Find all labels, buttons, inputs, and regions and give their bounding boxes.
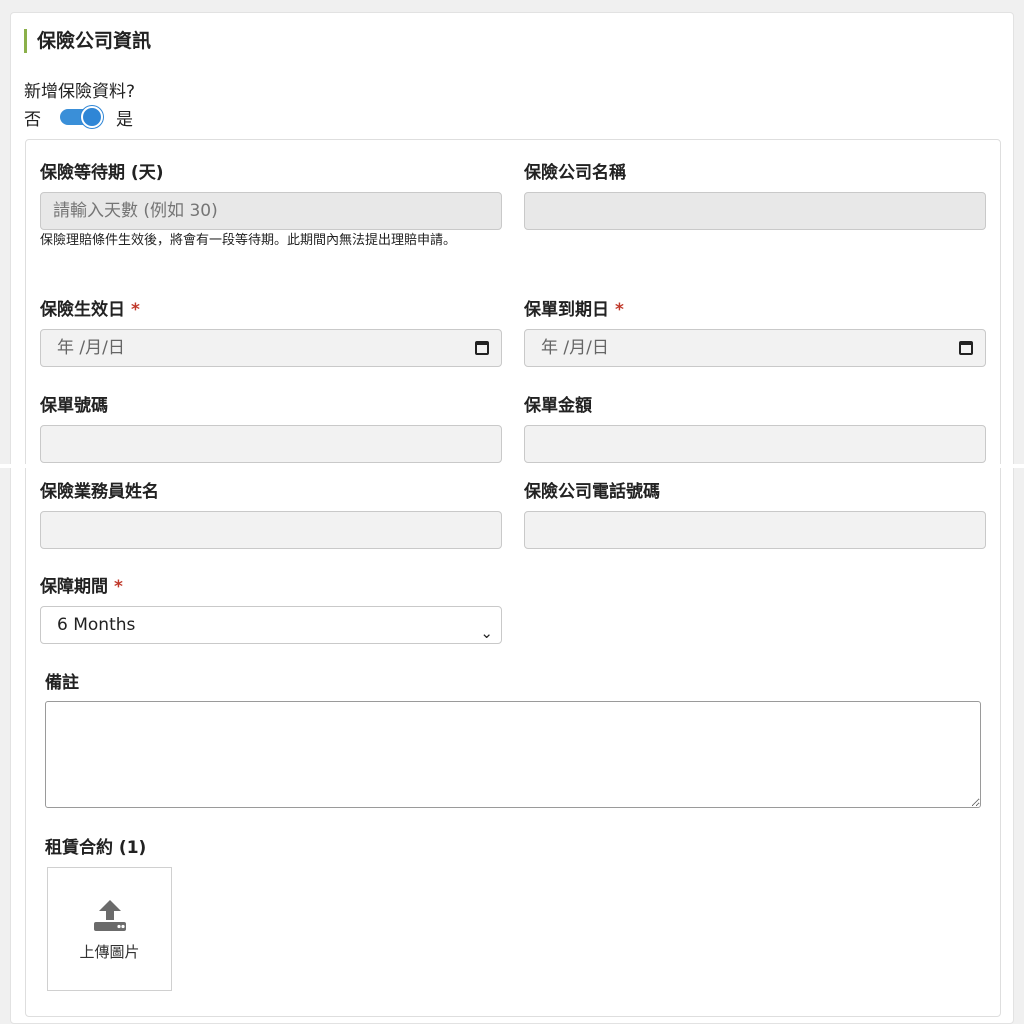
expiry-date-placeholder: 年 /月/日 — [541, 338, 609, 358]
required-mark: * — [131, 300, 140, 320]
effective-date-input[interactable]: 年 /月/日 — [40, 329, 502, 367]
screenshot-seam — [0, 464, 1024, 468]
required-mark: * — [615, 300, 624, 320]
expiry-date-label-text: 保單到期日 — [524, 300, 609, 320]
upload-image-button[interactable]: 上傳圖片 — [47, 867, 172, 991]
toggle-knob[interactable] — [81, 106, 103, 128]
waiting-period-help: 保險理賠條件生效後，將會有一段等待期。此期間內無法提出理賠申請。 — [40, 233, 457, 248]
coverage-period-label-text: 保障期間 — [40, 577, 108, 597]
chevron-down-icon[interactable]: ⌄ — [480, 615, 493, 651]
policy-amount-label: 保單金額 — [524, 396, 592, 416]
required-mark: * — [114, 577, 123, 597]
agent-name-label: 保險業務員姓名 — [40, 482, 159, 502]
coverage-period-label: 保障期間 * — [40, 576, 123, 598]
agent-name-field[interactable] — [40, 511, 502, 549]
lease-label: 租賃合約 (1) — [45, 838, 147, 858]
company-name-label: 保險公司名稱 — [524, 163, 626, 183]
waiting-period-label: 保險等待期 (天) — [40, 163, 164, 183]
calendar-icon[interactable] — [959, 341, 973, 355]
add-insurance-question: 新增保險資料? — [24, 82, 136, 102]
add-insurance-toggle[interactable] — [60, 106, 103, 128]
section-title: 保險公司資訊 — [24, 29, 151, 53]
insurance-card: 保險公司資訊 新增保險資料? 否 是 保險等待期 (天) 保險理賠條件生效後，將… — [10, 12, 1014, 1024]
company-phone-field[interactable] — [524, 511, 986, 549]
insurance-form: 保險等待期 (天) 保險理賠條件生效後，將會有一段等待期。此期間內無法提出理賠申… — [25, 139, 1001, 1017]
effective-date-label: 保險生效日 * — [40, 299, 140, 321]
company-phone-label: 保險公司電話號碼 — [524, 482, 660, 502]
coverage-period-value: 6 Months — [57, 615, 136, 635]
expiry-date-input[interactable]: 年 /月/日 — [524, 329, 986, 367]
effective-date-label-text: 保險生效日 — [40, 300, 125, 320]
toggle-row: 否 是 — [24, 105, 133, 130]
toggle-off-label: 否 — [24, 109, 41, 130]
notes-label: 備註 — [45, 673, 79, 693]
company-name-field[interactable] — [524, 192, 986, 230]
upload-icon — [93, 899, 126, 931]
upload-image-label: 上傳圖片 — [79, 942, 140, 961]
waiting-period-input[interactable] — [40, 192, 502, 230]
effective-date-placeholder: 年 /月/日 — [57, 338, 125, 358]
policy-number-field[interactable] — [40, 425, 502, 463]
expiry-date-label: 保單到期日 * — [524, 299, 624, 321]
policy-number-label: 保單號碼 — [40, 396, 108, 416]
policy-amount-field[interactable] — [524, 425, 986, 463]
notes-textarea[interactable] — [45, 701, 981, 808]
coverage-period-select[interactable]: 6 Months ⌄ — [40, 606, 502, 644]
toggle-on-label: 是 — [116, 109, 133, 130]
calendar-icon[interactable] — [475, 341, 489, 355]
